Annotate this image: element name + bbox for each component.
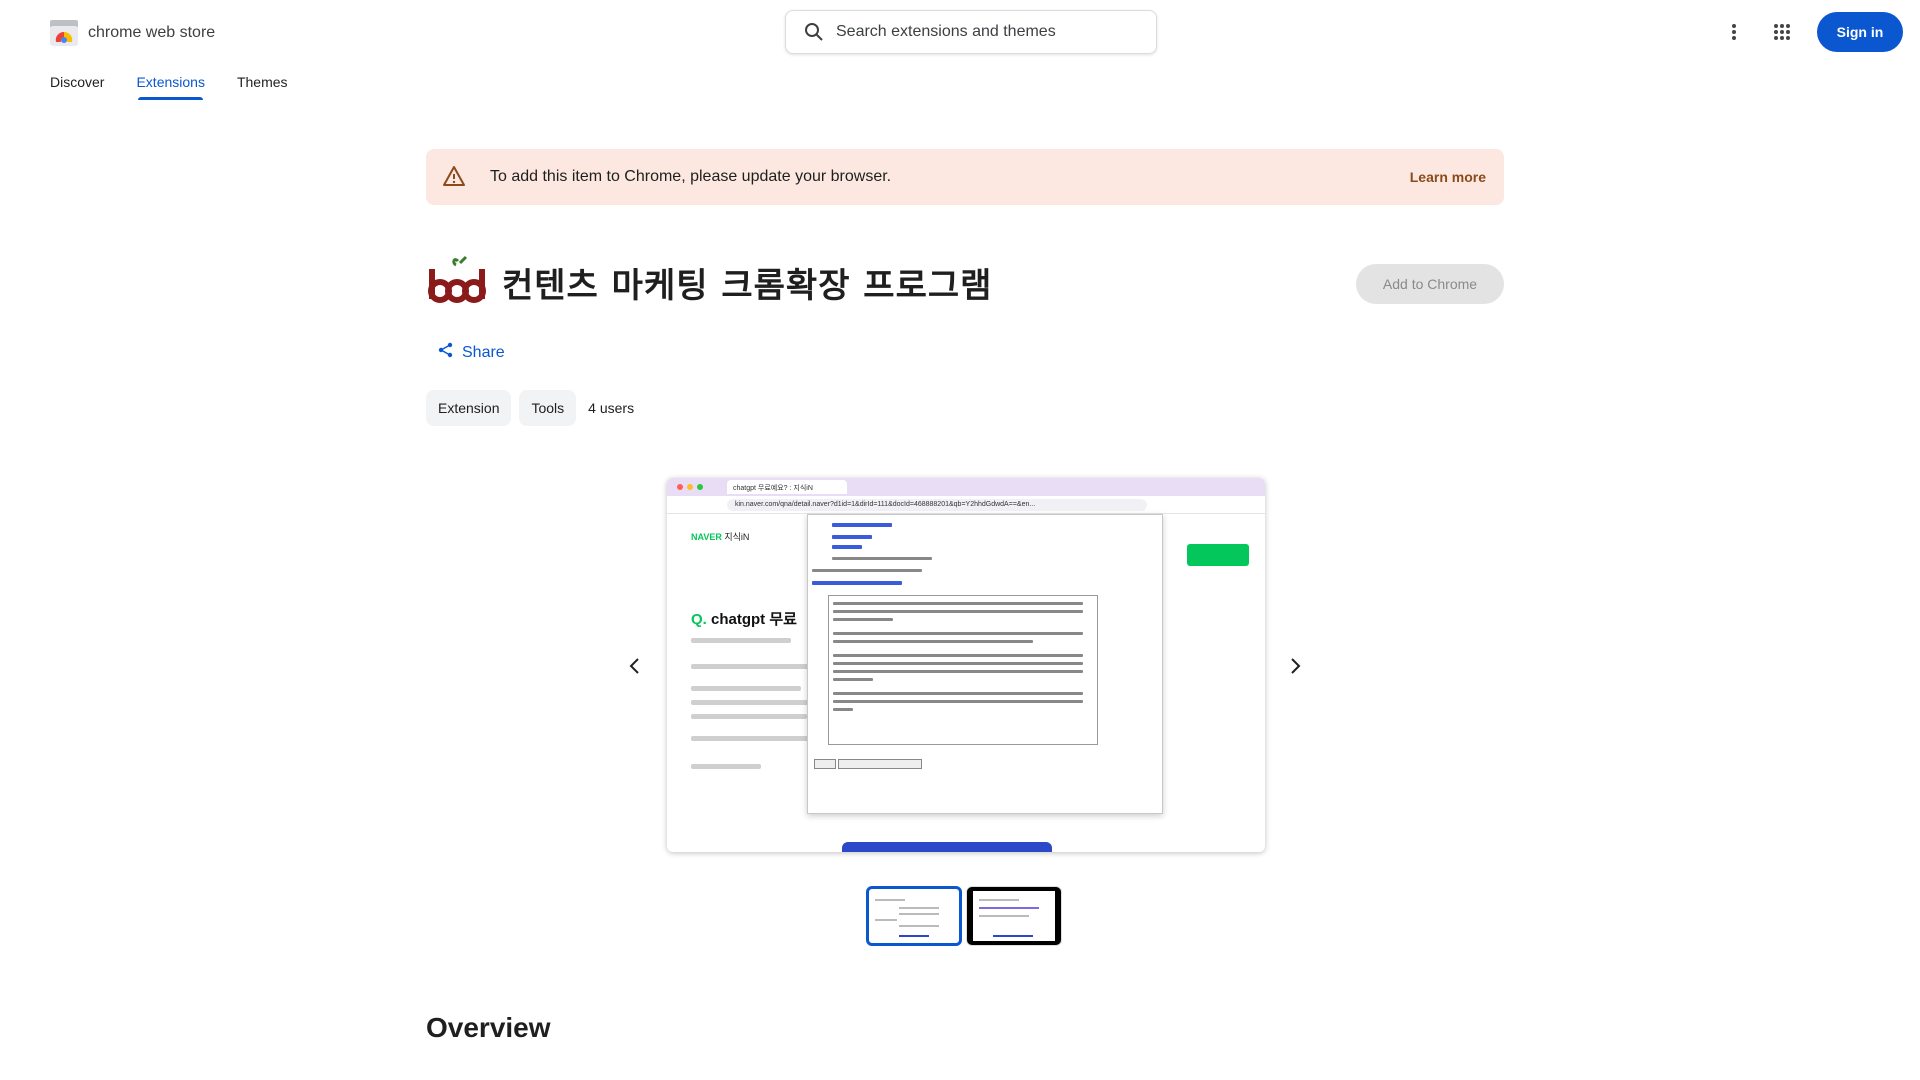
extension-logo-icon [426, 255, 486, 311]
thumb-line [993, 935, 1033, 937]
more-vert-icon[interactable] [1720, 18, 1748, 46]
mock-text-line [832, 557, 932, 560]
mock-text-line [691, 700, 811, 705]
user-count: 4 users [588, 400, 635, 416]
mock-text-line [833, 640, 1033, 643]
thumb-line [979, 915, 1029, 917]
mock-text-line [833, 708, 853, 711]
mock-textarea [828, 595, 1098, 745]
mock-max-dot [697, 484, 703, 490]
thumb-line [979, 907, 1039, 909]
extension-title: 컨텐츠 마케팅 크롬확장 프로그램 [502, 266, 993, 306]
mock-text-line [691, 638, 791, 643]
chrome-web-store-logo-icon [50, 20, 78, 46]
mock-copy-button [814, 759, 836, 769]
thumb-inner [973, 891, 1055, 941]
mock-text-line [833, 700, 1083, 703]
sign-in-button[interactable]: Sign in [1817, 12, 1903, 52]
thumb-line [875, 899, 905, 901]
share-icon [438, 342, 454, 363]
thumb-line [979, 899, 1019, 901]
mock-text-line [833, 662, 1083, 665]
mock-blue-bar [842, 842, 1052, 852]
naver-kin-label: 지식iN [724, 532, 750, 542]
mock-text-line [691, 764, 761, 769]
top-header: chrome web store Sign in [0, 0, 1920, 64]
mock-question-title: Q. chatgpt 무료 [691, 611, 797, 628]
warning-icon [442, 164, 466, 193]
mock-close-dot [677, 484, 683, 490]
mock-url: kin.naver.com/qna/detail.naver?d1id=1&di… [727, 498, 1147, 511]
mock-text-line [812, 569, 922, 572]
mock-link [832, 545, 862, 549]
mock-extension-popup [807, 514, 1163, 814]
share-label: Share [462, 343, 505, 361]
thumb-line [899, 935, 929, 937]
mock-text-line [691, 664, 811, 669]
store-logo-link[interactable]: chrome web store [50, 20, 215, 46]
mock-text-line [833, 632, 1083, 635]
mock-min-dot [687, 484, 693, 490]
learn-more-link[interactable]: Learn more [1410, 169, 1486, 185]
update-browser-banner: To add this item to Chrome, please updat… [426, 149, 1504, 205]
banner-message: To add this item to Chrome, please updat… [490, 168, 892, 185]
mock-link [832, 535, 872, 539]
mock-text-line [833, 654, 1083, 657]
mock-page: NAVER 지식iN Q. chatgpt 무료 [667, 514, 1265, 852]
chip-tools[interactable]: Tools [519, 390, 577, 426]
mock-browser-tabbar: chatgpt 무료예요? : 지식iN [667, 478, 1265, 496]
mock-text-line [833, 610, 1083, 613]
mock-tab-title: chatgpt 무료예요? : 지식iN [727, 480, 847, 494]
search-box[interactable] [785, 10, 1157, 54]
share-button[interactable]: Share [438, 342, 505, 363]
tab-discover[interactable]: Discover [50, 70, 104, 100]
screenshot-main[interactable]: chatgpt 무료예요? : 지식iN kin.naver.com/qna/d… [667, 478, 1265, 852]
tab-extensions[interactable]: Extensions [136, 70, 205, 100]
mock-link [832, 523, 892, 527]
thumb-line [899, 925, 939, 927]
mock-text-line [691, 686, 801, 691]
thumb-line [875, 919, 897, 921]
mock-text-line [833, 692, 1083, 695]
search-icon[interactable] [792, 10, 836, 54]
chevron-right-icon[interactable] [1280, 650, 1312, 682]
tab-themes[interactable]: Themes [237, 70, 288, 100]
thumb-line [899, 913, 939, 915]
thumbnail-1[interactable] [866, 886, 962, 946]
mock-text-line [691, 736, 809, 741]
mock-url-bar: kin.naver.com/qna/detail.naver?d1id=1&di… [667, 496, 1265, 514]
mock-green-button [1187, 544, 1249, 566]
mock-text-line [833, 618, 893, 621]
mock-text-line [833, 602, 1083, 605]
store-name: chrome web store [88, 24, 216, 41]
mock-link [812, 581, 902, 585]
search-input[interactable] [836, 23, 1136, 41]
mock-text-line [691, 714, 807, 719]
naver-logo: NAVER 지식iN [691, 532, 750, 542]
overview-heading: Overview [426, 1012, 551, 1043]
screenshot-thumbnails [866, 886, 1062, 946]
add-to-chrome-button[interactable]: Add to Chrome [1356, 264, 1504, 304]
apps-grid-icon[interactable] [1768, 18, 1796, 46]
mock-text-line [833, 670, 1083, 673]
chip-extension[interactable]: Extension [426, 390, 512, 426]
category-tabs: Discover Extensions Themes [50, 70, 320, 100]
mock-text-line [833, 678, 873, 681]
thumb-line [899, 907, 939, 909]
category-chips: Extension Tools 4 users [426, 390, 634, 426]
thumbnail-2[interactable] [966, 886, 1062, 946]
mock-answer-button [838, 759, 922, 769]
chevron-left-icon[interactable] [618, 650, 650, 682]
